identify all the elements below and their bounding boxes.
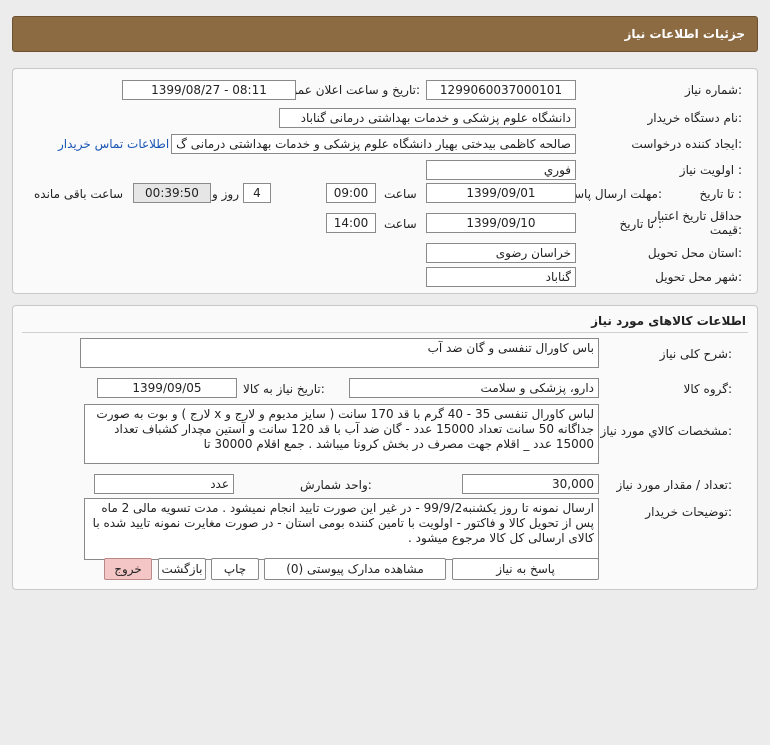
quantity-field: 30,000 bbox=[462, 474, 599, 494]
days-remaining-field: 4 bbox=[243, 183, 271, 203]
validity-time-field: 14:00 bbox=[326, 213, 376, 233]
need-number-label: شماره نیاز: bbox=[684, 83, 742, 97]
spec-label: مشخصات کالاي مورد نياز: bbox=[600, 424, 732, 438]
requester-field: صالحه کاظمی بیدختی بهیار دانشگاه علوم پز… bbox=[171, 134, 576, 154]
print-button[interactable]: چاپ bbox=[211, 558, 259, 580]
priority-field: فوري bbox=[426, 160, 576, 180]
summary-field: باس کاورال تنفسی و گان ضد آب bbox=[80, 338, 599, 368]
buyer-description-label: توضیحات خریدار: bbox=[645, 505, 732, 519]
deadline-time-label: ساعت bbox=[384, 187, 417, 201]
deadline-to-date-label: تا تاریخ : bbox=[699, 187, 742, 201]
days-label: روز و bbox=[212, 187, 239, 201]
page-header: جزئیات اطلاعات نیاز bbox=[12, 16, 758, 52]
validity-to-date-label: تا تاریخ : bbox=[619, 217, 662, 231]
buyer-description-field: ارسال نمونه تا روز یکشنبه99/9/2 - در غیر… bbox=[84, 498, 599, 560]
buyer-label: نام دستگاه خریدار: bbox=[647, 111, 743, 125]
validity-date-field: 1399/09/10 bbox=[426, 213, 576, 233]
summary-label: شرح کلی نیاز: bbox=[659, 347, 732, 361]
province-label: استان محل تحویل: bbox=[647, 246, 742, 260]
unit-label: واحد شمارش: bbox=[300, 478, 372, 492]
reply-button[interactable]: پاسخ به نیاز bbox=[452, 558, 599, 580]
view-attachments-button[interactable]: مشاهده مدارک پیوستی (0) bbox=[264, 558, 446, 580]
validity-label: حداقل تاریخ اعتبار bbox=[651, 209, 742, 223]
quantity-label: تعداد / مقدار مورد نیاز: bbox=[616, 478, 732, 492]
buyer-contact-link[interactable]: اطلاعات تماس خریدار bbox=[58, 137, 169, 151]
spec-field: لباس کاورال تنفسی 35 - 40 گرم با قد 170 … bbox=[84, 404, 599, 464]
deadline-time-field: 09:00 bbox=[326, 183, 376, 203]
city-label: شهر محل تحویل: bbox=[655, 270, 742, 284]
section-divider bbox=[22, 332, 748, 333]
announce-datetime-field: 1399/08/27 - 08:11 bbox=[122, 80, 296, 100]
exit-button[interactable]: خروج bbox=[104, 558, 152, 580]
buyer-field: دانشگاه علوم پزشکی و خدمات بهداشتی درمان… bbox=[279, 108, 576, 128]
goods-group-field: دارو، پزشکی و سلامت bbox=[349, 378, 599, 398]
city-field: گناباد bbox=[426, 267, 576, 287]
back-button[interactable]: بازگشت bbox=[158, 558, 206, 580]
remaining-time-label: ساعت باقی مانده bbox=[34, 187, 124, 201]
province-field: خراسان رضوی bbox=[426, 243, 576, 263]
remaining-time-field: 00:39:50 bbox=[133, 183, 211, 203]
priority-label: اولویت نیاز : bbox=[679, 163, 742, 177]
goods-section-title: اطلاعات کالاهای مورد نیاز bbox=[591, 314, 746, 328]
validity-time-label: ساعت bbox=[384, 217, 417, 231]
need-date-label: تاریخ نیاز به کالا: bbox=[243, 382, 325, 396]
page-title: جزئیات اطلاعات نیاز bbox=[624, 27, 745, 41]
unit-field: عدد bbox=[94, 474, 234, 494]
deadline-date-field: 1399/09/01 bbox=[426, 183, 576, 203]
deadline-label: مهلت ارسال پاسخ: bbox=[566, 187, 662, 201]
need-date-field: 1399/09/05 bbox=[97, 378, 237, 398]
general-info-panel bbox=[12, 68, 758, 294]
need-number-field: 1299060037000101 bbox=[426, 80, 576, 100]
requester-label: ایجاد کننده درخواست: bbox=[631, 137, 742, 151]
validity-label-2: قیمت: bbox=[709, 223, 742, 237]
announce-datetime-label: تاریخ و ساعت اعلان عمومی: bbox=[275, 83, 420, 97]
goods-group-label: گروه کالا: bbox=[683, 382, 733, 396]
